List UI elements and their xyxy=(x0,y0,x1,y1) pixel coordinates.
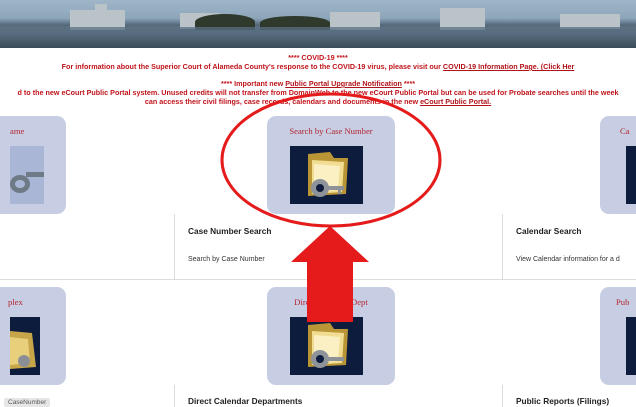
tile-title-public-reports[interactable]: Public Reports (Filings) xyxy=(516,396,609,406)
folder-with-key-icon xyxy=(290,317,363,375)
portal-notice-title: **** Important new Public Portal Upgrade… xyxy=(0,79,636,88)
portal-notice-post: **** xyxy=(403,79,416,88)
folder-with-key-icon xyxy=(10,317,40,375)
ecourt-portal-link[interactable]: eCourt Public Portal. xyxy=(420,97,491,106)
tile-desc-case-number-search: Search by Case Number xyxy=(188,256,265,263)
column-divider xyxy=(174,214,175,280)
column-divider xyxy=(502,214,503,280)
card-search-by-case-number[interactable]: Search by Case Number xyxy=(267,116,395,214)
covid-info-link[interactable]: COVID-19 Information Page. (Click Her xyxy=(443,62,574,71)
row-divider xyxy=(0,279,636,280)
portal-notice-pre: **** Important new xyxy=(220,79,284,88)
key-icon xyxy=(10,146,44,204)
portal-notice-line2: can access their civil filings, case rec… xyxy=(0,97,636,106)
card-calendar[interactable]: Ca xyxy=(600,116,636,214)
banner-building xyxy=(95,4,107,14)
folder-with-key-icon xyxy=(290,146,363,204)
tile-title-case-number-search[interactable]: Case Number Search xyxy=(188,226,271,236)
card-title: Pub xyxy=(616,297,630,307)
portal-upgrade-link[interactable]: Public Portal Upgrade Notification xyxy=(285,79,402,88)
column-divider xyxy=(174,385,175,407)
folder-with-key-icon xyxy=(626,146,636,204)
tile-desc-calendar-search: View Calendar information for a d xyxy=(516,256,620,263)
folder-with-key-icon xyxy=(626,317,636,375)
covid-notice-text: For information about the Superior Court… xyxy=(61,62,441,71)
case-number-tag: CaseNumber xyxy=(4,398,51,407)
card-title: Ca xyxy=(620,126,630,136)
card-public-reports[interactable]: Pub xyxy=(600,287,636,385)
card-name-search[interactable]: ame xyxy=(0,116,66,214)
card-complex[interactable]: plex xyxy=(0,287,66,385)
banner-water xyxy=(0,27,636,48)
portal-notice-line1: d to the new eCourt Public Portal system… xyxy=(17,88,619,97)
covid-notice-line: For information about the Superior Court… xyxy=(0,62,636,71)
header-banner xyxy=(0,0,636,48)
card-title: Search by Case Number xyxy=(289,126,373,136)
card-title: plex xyxy=(8,297,23,307)
card-title: Direct Calendar Dept xyxy=(294,297,368,307)
tile-title-calendar-search[interactable]: Calendar Search xyxy=(516,226,581,236)
card-direct-calendar-dept[interactable]: Direct Calendar Dept xyxy=(267,287,395,385)
column-divider xyxy=(502,385,503,407)
card-title: ame xyxy=(10,126,25,136)
portal-notice-line2-text: can access their civil filings, case rec… xyxy=(144,97,419,106)
tile-title-direct-calendar[interactable]: Direct Calendar Departments xyxy=(188,396,302,406)
covid-notice-title: **** COVID-19 **** xyxy=(288,53,348,62)
